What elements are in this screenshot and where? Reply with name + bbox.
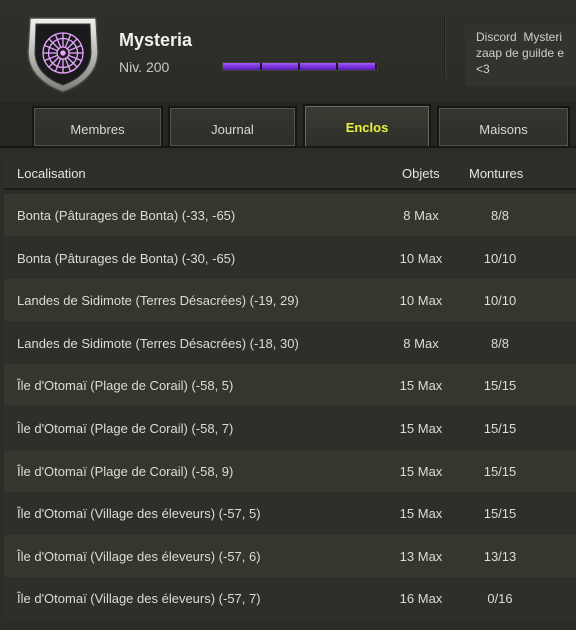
table-row[interactable]: Île d'Otomaï (Plage de Corail) (-58, 7) 1… (4, 407, 576, 449)
cell-objects: 10 Max (399, 293, 443, 308)
table-row[interactable]: Bonta (Pâturages de Bonta) (-33, -65) 8 M… (4, 194, 576, 236)
tab-journal[interactable]: Journal (168, 106, 297, 146)
guild-tabs: Membres Journal Enclos Maisons (0, 102, 576, 148)
tab-enclos[interactable]: Enclos (303, 104, 431, 148)
cell-mounts: 10/10 (483, 293, 517, 308)
cell-objects: 15 Max (399, 421, 443, 436)
cell-mounts: 0/16 (487, 591, 513, 606)
cell-objects: 15 Max (399, 464, 443, 479)
cell-mounts: 8/8 (490, 336, 510, 351)
table-row[interactable]: Île d'Otomaï (Village des éleveurs) (-57… (4, 577, 576, 619)
column-header-objects[interactable]: Objets (402, 166, 440, 181)
cell-objects: 8 Max (403, 336, 439, 351)
guild-emblem-icon (27, 17, 99, 93)
guild-xp-bar (222, 62, 378, 71)
cell-objects: 13 Max (399, 549, 443, 564)
cell-location: Landes de Sidimote (Terres Désacrées) (-… (17, 336, 299, 351)
table-row[interactable]: Bonta (Pâturages de Bonta) (-30, -65) 10 … (4, 237, 576, 279)
cell-objects: 10 Max (399, 251, 443, 266)
cell-location: Bonta (Pâturages de Bonta) (-30, -65) (17, 251, 236, 266)
guild-message[interactable]: Discord Mysteri zaap de guilde e <3 (465, 24, 576, 86)
guild-header: Mysteria Niv. 200 Discord Mysteri zaap d… (0, 0, 576, 102)
cell-location: Île d'Otomaï (Village des éleveurs) (-57… (17, 549, 261, 564)
cell-objects: 16 Max (399, 591, 443, 606)
cell-mounts: 15/15 (483, 506, 517, 521)
cell-mounts: 15/15 (483, 378, 517, 393)
cell-location: Île d'Otomaï (Village des éleveurs) (-57… (17, 506, 261, 521)
cell-mounts: 10/10 (483, 251, 517, 266)
tab-maisons[interactable]: Maisons (437, 106, 570, 146)
guild-level: Niv. 200 (119, 59, 170, 75)
table-row[interactable]: Île d'Otomaï (Village des éleveurs) (-57… (4, 492, 576, 534)
cell-objects: 15 Max (399, 378, 443, 393)
tab-membres[interactable]: Membres (32, 106, 163, 146)
cell-mounts: 15/15 (483, 464, 517, 479)
column-header-location[interactable]: Localisation (17, 166, 86, 181)
cell-location: Bonta (Pâturages de Bonta) (-33, -65) (17, 208, 236, 223)
cell-location: Landes de Sidimote (Terres Désacrées) (-… (17, 293, 299, 308)
xp-bar-segment (260, 63, 262, 70)
table-row[interactable]: Landes de Sidimote (Terres Désacrées) (-… (4, 322, 576, 364)
guild-name: Mysteria (119, 30, 193, 50)
cell-objects: 15 Max (399, 506, 443, 521)
column-header-mounts[interactable]: Montures (469, 166, 523, 181)
cell-location: Île d'Otomaï (Village des éleveurs) (-57… (17, 591, 261, 606)
header-divider (444, 14, 446, 78)
table-row[interactable]: Île d'Otomaï (Plage de Corail) (-58, 5) 1… (4, 364, 576, 406)
xp-bar-segment (298, 63, 300, 70)
cell-location: Île d'Otomaï (Plage de Corail) (-58, 9) (17, 464, 234, 479)
xp-bar-segment (336, 63, 338, 70)
table-row[interactable]: Landes de Sidimote (Terres Désacrées) (-… (4, 279, 576, 321)
cell-location: Île d'Otomaï (Plage de Corail) (-58, 5) (17, 378, 234, 393)
cell-mounts: 8/8 (490, 208, 510, 223)
table-row[interactable]: Île d'Otomaï (Village des éleveurs) (-57… (4, 535, 576, 577)
table-row[interactable]: Île d'Otomaï (Plage de Corail) (-58, 9) 1… (4, 450, 576, 492)
cell-objects: 8 Max (403, 208, 439, 223)
cell-mounts: 15/15 (483, 421, 517, 436)
paddocks-table: Localisation Objets Montures Bonta (Pâtu… (0, 146, 576, 630)
cell-mounts: 13/13 (483, 549, 517, 564)
table-header: Localisation Objets Montures (4, 154, 576, 190)
cell-location: Île d'Otomaï (Plage de Corail) (-58, 7) (17, 421, 234, 436)
